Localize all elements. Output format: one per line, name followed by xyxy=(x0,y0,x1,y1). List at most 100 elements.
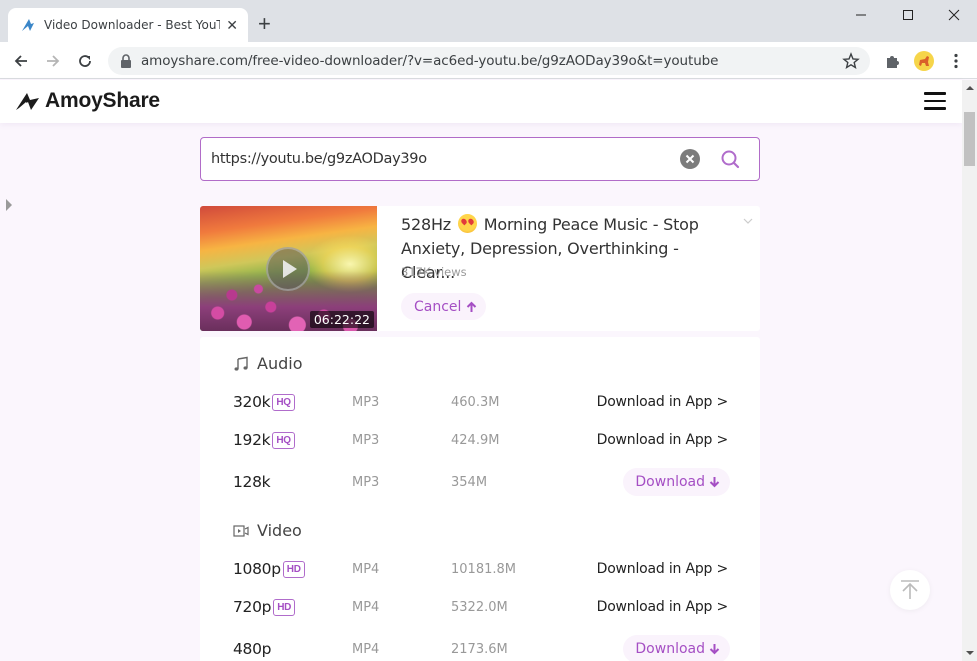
download-label: Download xyxy=(635,474,705,490)
hq-badge: HQ xyxy=(272,393,295,411)
file-size: 424.9M xyxy=(451,432,500,448)
video-result-card: 06:22:22 528Hz Morning Peace Music - Sto… xyxy=(200,206,760,331)
site-menu-button[interactable] xyxy=(924,92,946,110)
format-row: 480p MP4 2173.6M Download xyxy=(233,634,730,661)
site-logo[interactable]: AmoyShare xyxy=(15,89,160,113)
profile-avatar-icon xyxy=(914,51,934,71)
audio-section-label: Audio xyxy=(257,354,303,373)
bookmark-star-icon[interactable] xyxy=(842,52,860,70)
download-in-app-link[interactable]: Download in App > xyxy=(597,599,729,615)
file-size: 5322.0M xyxy=(451,599,508,615)
download-in-app-link[interactable]: Download in App > xyxy=(597,432,729,448)
video-section-label: Video xyxy=(257,521,302,540)
quality-label: 480p xyxy=(233,640,272,658)
hd-badge: HD xyxy=(282,560,305,578)
scrollbar-thumb[interactable] xyxy=(964,112,975,166)
browser-tab[interactable]: Video Downloader - Best YouTube ✕ xyxy=(8,8,248,42)
audio-section-header: Audio xyxy=(233,354,302,373)
video-views: 317K views xyxy=(401,265,467,279)
hd-badge: HD xyxy=(273,598,296,616)
amoyshare-favicon-icon xyxy=(22,19,34,31)
brand-name: AmoyShare xyxy=(45,89,160,112)
arrow-up-icon xyxy=(467,301,477,312)
search-icon[interactable] xyxy=(719,148,741,170)
download-options-panel: Audio 320k HQ MP3 460.3M Download in App … xyxy=(200,337,760,661)
extensions-button[interactable] xyxy=(881,50,903,72)
close-icon xyxy=(948,9,960,21)
download-in-app-link[interactable]: Download in App > xyxy=(597,561,729,577)
download-label: Download xyxy=(635,641,705,657)
video-url-input[interactable] xyxy=(211,148,661,170)
arrow-down-icon xyxy=(709,477,720,488)
heart-eyes-emoji-icon xyxy=(457,214,477,233)
clear-input-button[interactable] xyxy=(680,149,700,169)
file-size: 460.3M xyxy=(451,394,500,410)
video-duration: 06:22:22 xyxy=(309,311,374,328)
address-bar[interactable]: amoyshare.com/free-video-downloader/?v=a… xyxy=(108,47,870,75)
format-type: MP4 xyxy=(352,561,380,577)
hq-badge: HQ xyxy=(272,431,295,449)
cancel-label: Cancel xyxy=(414,298,462,315)
maximize-icon xyxy=(903,10,913,20)
format-type: MP3 xyxy=(352,474,380,490)
hamburger-line xyxy=(924,92,946,95)
new-tab-button[interactable]: + xyxy=(258,12,271,36)
download-button[interactable]: Download xyxy=(623,468,730,496)
forward-button[interactable] xyxy=(41,49,65,73)
chevron-down-icon[interactable] xyxy=(743,216,753,226)
profile-avatar[interactable] xyxy=(913,50,935,72)
video-section-header: Video xyxy=(233,521,302,540)
clear-icon xyxy=(685,154,695,164)
amoyshare-logo-icon xyxy=(16,93,39,110)
scroll-down-arrow-icon[interactable] xyxy=(966,651,974,655)
cancel-button[interactable]: Cancel xyxy=(401,293,487,320)
download-in-app-link[interactable]: Download in App > xyxy=(597,394,729,410)
arrow-down-icon xyxy=(709,644,720,655)
hamburger-line xyxy=(924,107,946,110)
close-window-button[interactable] xyxy=(931,0,977,30)
video-thumbnail[interactable]: 06:22:22 xyxy=(200,206,377,331)
scroll-up-arrow-icon[interactable] xyxy=(966,86,974,90)
file-size: 10181.8M xyxy=(451,561,516,577)
side-panel-toggle-icon[interactable] xyxy=(6,199,12,211)
puzzle-icon xyxy=(887,56,899,68)
back-button[interactable] xyxy=(9,49,33,73)
quality-label: 192k xyxy=(233,431,271,449)
maximize-button[interactable] xyxy=(885,0,931,30)
video-camera-icon xyxy=(233,524,249,537)
format-type: MP3 xyxy=(352,432,380,448)
quality-label: 1080p xyxy=(233,560,281,578)
reload-button[interactable] xyxy=(73,49,97,73)
quality-label: 128k xyxy=(233,473,271,491)
file-size: 354M xyxy=(451,474,488,490)
lock-icon xyxy=(121,54,131,68)
url-text: amoyshare.com/free-video-downloader/?v=a… xyxy=(141,53,719,69)
play-icon[interactable] xyxy=(266,247,310,291)
hamburger-line xyxy=(924,99,946,102)
format-row: 720p HD MP4 5322.0M Download in App > xyxy=(233,592,728,622)
more-vertical-icon xyxy=(954,53,958,69)
tab-title: Video Downloader - Best YouTube xyxy=(44,18,221,32)
minimize-icon xyxy=(856,14,866,16)
page-scrollbar[interactable] xyxy=(962,80,977,661)
format-type: MP3 xyxy=(352,394,380,410)
tab-close-icon[interactable]: ✕ xyxy=(226,17,238,34)
site-header: AmoyShare xyxy=(0,80,962,123)
reload-icon xyxy=(79,55,91,67)
format-row: 192k HQ MP3 424.9M Download in App > xyxy=(233,425,728,455)
download-button[interactable]: Download xyxy=(623,635,730,661)
video-title-prefix: 528Hz xyxy=(401,215,451,234)
quality-label: 720p xyxy=(233,598,272,616)
back-to-top-button[interactable] xyxy=(890,570,930,610)
arrow-to-top-icon xyxy=(901,580,919,599)
file-size: 2173.6M xyxy=(451,641,508,657)
format-row: 128k MP3 354M Download xyxy=(233,467,730,497)
format-row: 1080p HD MP4 10181.8M Download in App > xyxy=(233,554,728,584)
format-row: 320k HQ MP3 460.3M Download in App > xyxy=(233,387,728,417)
quality-label: 320k xyxy=(233,393,271,411)
music-note-icon xyxy=(234,356,248,371)
format-type: MP4 xyxy=(352,599,380,615)
arrow-right-icon xyxy=(47,55,60,67)
minimize-button[interactable] xyxy=(838,0,884,30)
browser-menu-button[interactable] xyxy=(945,50,967,72)
